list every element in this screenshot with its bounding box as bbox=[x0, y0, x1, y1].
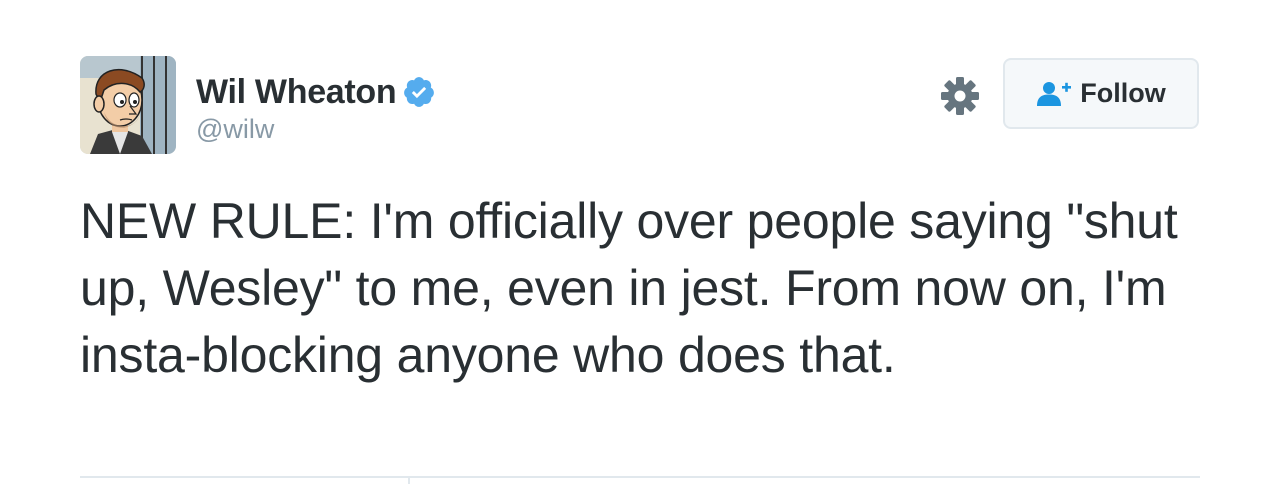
avatar[interactable] bbox=[80, 56, 176, 154]
display-name[interactable]: Wil Wheaton bbox=[196, 73, 397, 112]
verified-badge-icon bbox=[404, 77, 435, 107]
divider bbox=[80, 476, 1200, 478]
gear-icon[interactable] bbox=[939, 75, 981, 117]
divider-tick bbox=[408, 476, 410, 484]
user-name-row: Wil Wheaton bbox=[196, 70, 436, 114]
follow-button[interactable]: Follow bbox=[1003, 58, 1199, 129]
tweet-text: NEW RULE: I'm officially over people say… bbox=[80, 193, 1178, 383]
follow-button-label: Follow bbox=[1080, 78, 1166, 108]
cartoon-avatar-icon bbox=[80, 56, 176, 154]
add-user-icon bbox=[1037, 81, 1072, 106]
user-handle[interactable]: @wilw bbox=[196, 114, 274, 145]
